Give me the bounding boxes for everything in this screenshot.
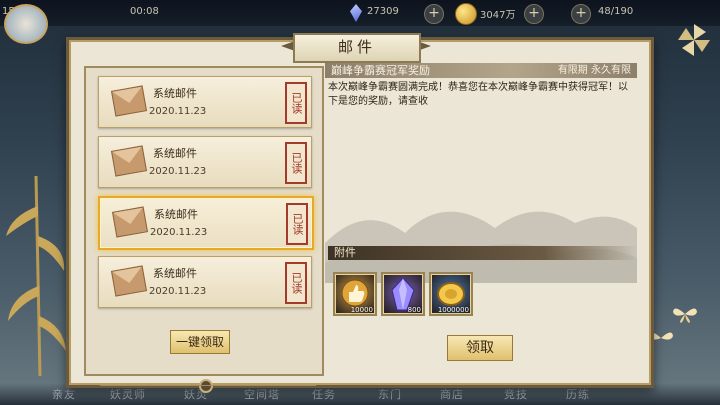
- clock: 00:08: [130, 6, 159, 17]
- nav-item[interactable]: 亲友: [52, 386, 76, 402]
- mail-sender: 系统邮件: [153, 87, 197, 100]
- mail-item[interactable]: 系统邮件 2020.11.23 已读: [98, 196, 314, 250]
- reward-count: 10000: [350, 306, 373, 314]
- attachments-label: 附件: [334, 246, 356, 259]
- nav-item[interactable]: 空间塔: [244, 386, 280, 402]
- reward-slot[interactable]: 1000000: [429, 272, 473, 316]
- nav-item[interactable]: 东门: [378, 386, 402, 402]
- envelope-icon: [110, 145, 148, 177]
- mail-subject: 巅峰争霸赛冠军奖励: [331, 64, 430, 77]
- attachments-header: 附件: [328, 246, 637, 260]
- nav-item[interactable]: 历练: [566, 386, 590, 402]
- mail-sender: 系统邮件: [154, 208, 198, 221]
- reward-slot[interactable]: 800: [381, 272, 425, 316]
- detail-header: 巅峰争霸赛冠军奖励 有限期 永久有限: [325, 63, 637, 78]
- claim-button[interactable]: 领取: [447, 335, 513, 361]
- bamboo-icon: [6, 176, 66, 376]
- claim-all-button[interactable]: 一键领取: [170, 330, 230, 354]
- crystal-icon: [350, 4, 362, 22]
- mail-item[interactable]: 系统邮件 2020.11.23 已读: [98, 256, 312, 308]
- read-status-badge: 已读: [285, 82, 307, 124]
- add-stamina-button[interactable]: +: [571, 4, 591, 24]
- reward-count: 800: [407, 306, 421, 314]
- divider: [100, 385, 316, 386]
- add-crystal-button[interactable]: +: [424, 4, 444, 24]
- mail-sender: 系统邮件: [153, 147, 197, 160]
- add-gold-button[interactable]: +: [524, 4, 544, 24]
- pinwheel-icon: [678, 24, 710, 56]
- read-status-badge: 已读: [285, 262, 307, 304]
- nav-item[interactable]: 竞技: [504, 386, 528, 402]
- stamina-count: 48/190: [598, 6, 634, 17]
- nav-item[interactable]: 商店: [440, 386, 464, 402]
- avatar[interactable]: [4, 4, 48, 44]
- mail-date: 2020.11.23: [150, 227, 208, 238]
- mail-body: 本次巅峰争霸赛圆满完成！恭喜您在本次巅峰争霸赛中获得冠军！以下是您的奖励，请查收: [328, 82, 628, 107]
- mail-expiry: 有限期 永久有限: [557, 65, 631, 76]
- nav-item[interactable]: 妖灵师: [110, 386, 146, 402]
- panel-title: 邮件: [293, 33, 421, 63]
- envelope-icon: [110, 85, 148, 117]
- gold-count: 3047万: [480, 10, 516, 21]
- mail-date: 2020.11.23: [149, 286, 207, 297]
- reward-slot[interactable]: 10000: [333, 272, 377, 316]
- crystal-count: 27309: [367, 6, 399, 17]
- mail-date: 2020.11.23: [149, 106, 207, 117]
- read-status-badge: 已读: [285, 142, 307, 184]
- left-decoration: [0, 4, 66, 405]
- mountain-watermark: [325, 211, 637, 283]
- mail-item[interactable]: 系统邮件 2020.11.23 已读: [98, 136, 312, 188]
- mail-sender: 系统邮件: [153, 267, 197, 280]
- envelope-icon: [111, 206, 149, 238]
- mail-date: 2020.11.23: [149, 166, 207, 177]
- mail-detail: 巅峰争霸赛冠军奖励 有限期 永久有限 本次巅峰争霸赛圆满完成！恭喜您在本次巅峰争…: [325, 63, 637, 379]
- envelope-icon: [110, 265, 148, 297]
- butterfly-icon: [673, 308, 697, 323]
- nav-item[interactable]: 任务: [312, 386, 336, 402]
- mail-item[interactable]: 系统邮件 2020.11.23 已读: [98, 76, 312, 128]
- read-status-badge: 已读: [286, 203, 308, 245]
- top-status-bar: 150 00:08 27309 + 3047万 + + 48/190: [0, 0, 720, 26]
- reward-count: 1000000: [437, 306, 469, 314]
- gold-coin-icon: [455, 3, 477, 25]
- scroll-indicator[interactable]: [199, 379, 213, 393]
